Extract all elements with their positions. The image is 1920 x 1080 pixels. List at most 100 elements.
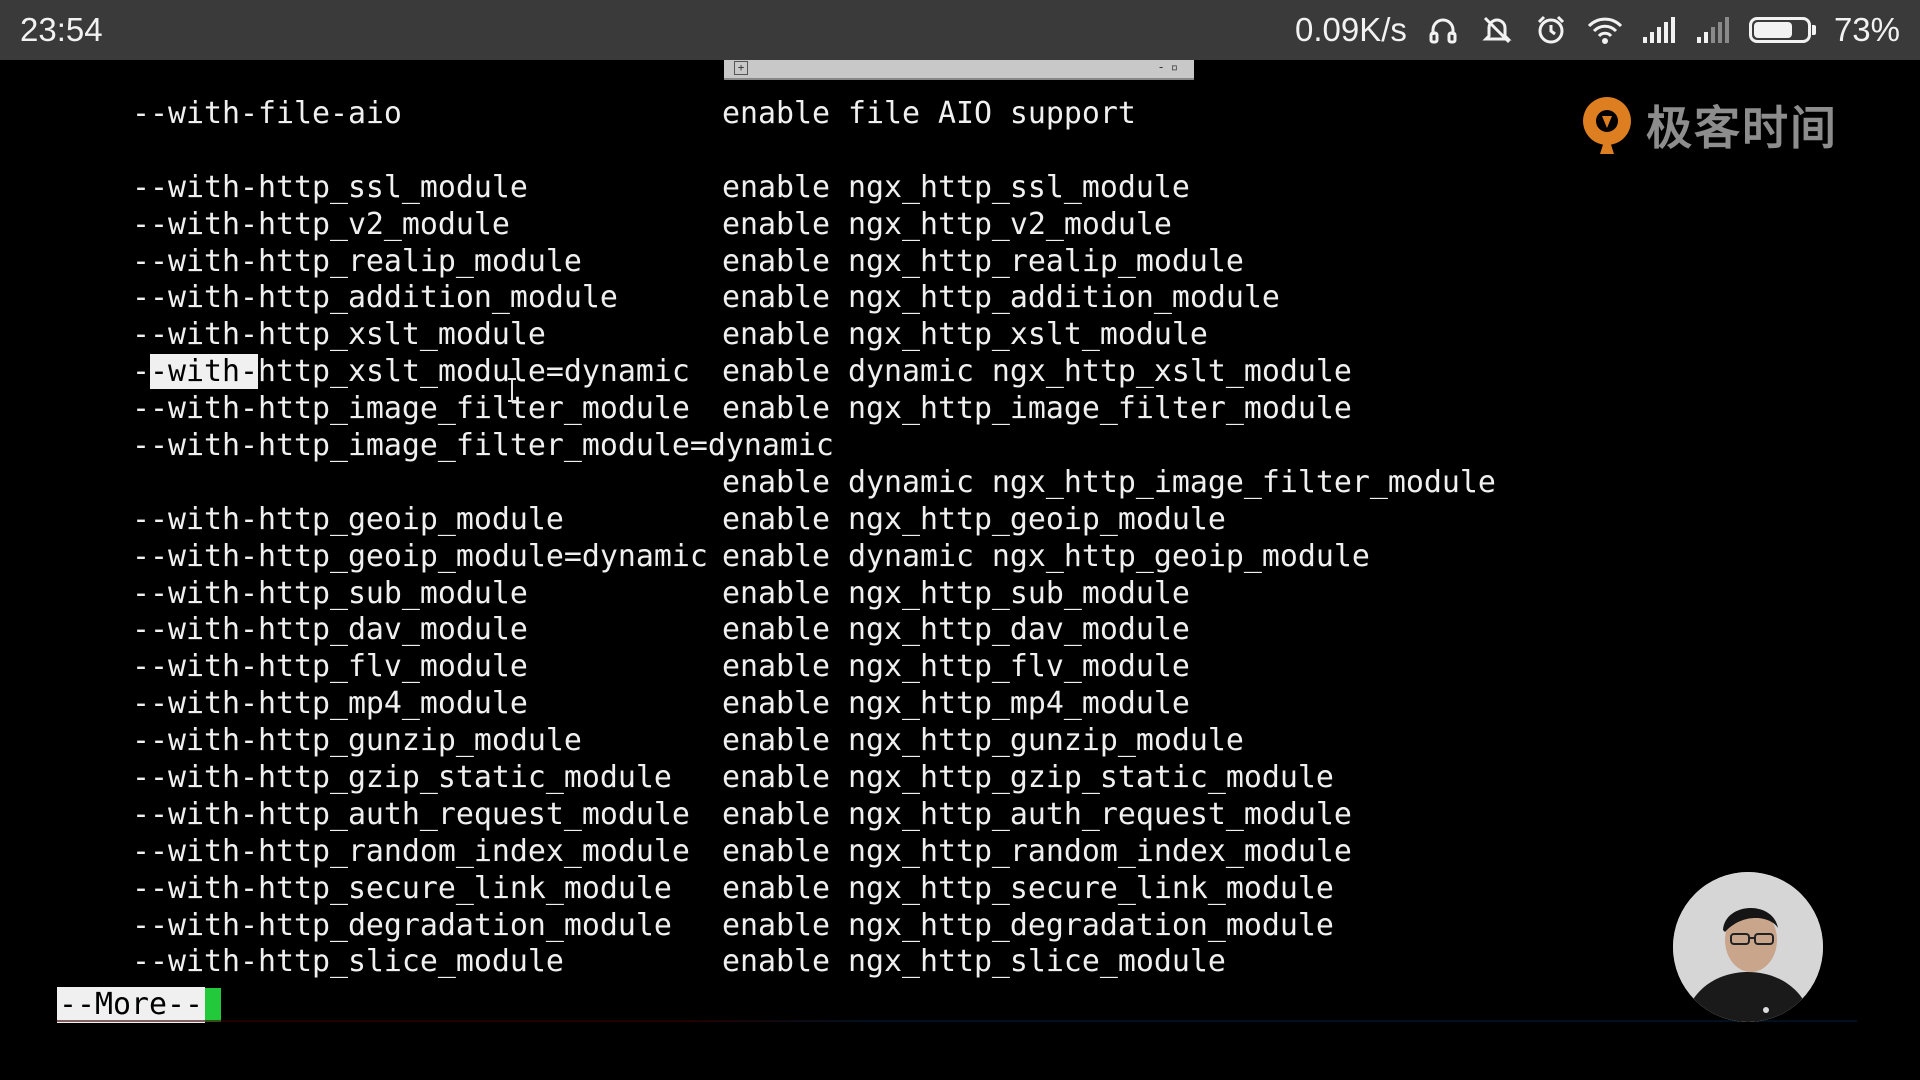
- terminal-line: --with-http_geoip_module enable ngx_http_…: [96, 502, 1496, 539]
- option-description: enable ngx_http_degradation_module: [722, 907, 1334, 943]
- terminal-line: --with-http_dav_module enable ngx_http_da…: [96, 612, 1496, 649]
- option-description: enable ngx_http_dav_module: [722, 612, 1190, 648]
- terminal-cursor: [204, 988, 221, 1022]
- terminal-line: enable dynamic ngx_http_image_filter_mod…: [96, 465, 1496, 502]
- option-description: enable ngx_http_slice_module: [722, 944, 1226, 980]
- text-cursor-icon: [508, 378, 516, 402]
- terminal-line: --with-http_sub_module enable ngx_http_su…: [96, 576, 1496, 613]
- terminal-line: --with-http_geoip_module=dynamic enable d…: [96, 539, 1496, 576]
- option-flag: [96, 133, 722, 170]
- option-description: enable ngx_http_mp4_module: [722, 686, 1190, 722]
- terminal-line: --with-http_addition_module enable ngx_ht…: [96, 280, 1496, 317]
- geektime-logo-icon: [1583, 97, 1631, 154]
- terminal-line: --with-http_realip_module enable ngx_http…: [96, 244, 1496, 281]
- option-flag: --with-http_mp4_module: [96, 686, 528, 722]
- option-description: enable ngx_http_ssl_module: [722, 169, 1190, 205]
- status-time: 23:54: [20, 11, 103, 48]
- option-description: enable ngx_http_auth_request_module: [722, 796, 1352, 832]
- option-flag: --with-http_degradation_module: [96, 907, 672, 943]
- terminal-line: --with-http_gzip_static_module enable ngx…: [96, 760, 1496, 797]
- battery-percent: 73%: [1833, 11, 1900, 48]
- battery-icon: [1748, 17, 1816, 43]
- option-flag-prefix: -: [96, 354, 150, 390]
- option-flag: --with-http_gunzip_module: [96, 723, 582, 759]
- option-flag: --with-http_ssl_module: [96, 169, 528, 205]
- window-menu-icon: +: [734, 61, 748, 75]
- option-flag: --with-http_slice_module: [96, 944, 564, 980]
- phone-screen: 23:54 0.09K/s 73% + -▫ --with-file-aio e…: [0, 0, 1920, 1080]
- option-flag: --with-http_addition_module: [96, 280, 618, 316]
- alarm-icon: [1533, 12, 1569, 48]
- status-indicators: 0.09K/s 73%: [1295, 11, 1900, 49]
- option-flag-suffix: http_xslt_module=dynamic: [257, 354, 690, 390]
- video-frame: + -▫ --with-file-aio enable file AIO supp…: [0, 60, 1920, 1080]
- terminal-line: --with-http_slice_module enable ngx_http_…: [96, 944, 1496, 981]
- mute-bell-icon: [1479, 12, 1515, 48]
- terminal-line: --with-http_xslt_module=dynamic enable dy…: [96, 354, 1496, 391]
- option-flag: --with-http_xslt_module=dynamic: [96, 354, 722, 391]
- terminal-output: --with-file-aio enable file AIO support -…: [96, 96, 1496, 981]
- option-flag: --with-http_gzip_static_module: [96, 760, 672, 796]
- option-description: enable ngx_http_flv_module: [722, 649, 1190, 685]
- terminal-line: --with-file-aio enable file AIO support: [96, 96, 1496, 133]
- status-bar: 23:54 0.09K/s 73%: [0, 0, 1920, 60]
- option-flag: --with-http_v2_module: [96, 206, 510, 242]
- terminal-line: --with-http_secure_link_module enable ngx…: [96, 871, 1496, 908]
- terminal-line: --with-http_flv_module enable ngx_http_fl…: [96, 649, 1496, 686]
- option-flag: --with-http_geoip_module=dynamic: [96, 538, 708, 574]
- option-description: enable ngx_http_realip_module: [722, 243, 1244, 279]
- option-description: enable file AIO support: [722, 96, 1136, 131]
- text-selection-highlight: -with-: [150, 354, 258, 390]
- separator-line: [57, 1020, 1857, 1022]
- option-description: enable ngx_http_xslt_module: [722, 317, 1208, 353]
- terminal-line: --with-http_mp4_module enable ngx_http_mp…: [96, 686, 1496, 723]
- terminal-line: [96, 133, 1496, 170]
- option-description: enable ngx_http_sub_module: [722, 575, 1190, 611]
- network-speed: 0.09K/s: [1295, 11, 1407, 48]
- pager-more-prompt: --More--: [57, 987, 221, 1023]
- option-description: enable dynamic ngx_http_geoip_module: [722, 538, 1370, 574]
- watermark-text: 极客时间: [1646, 101, 1838, 155]
- option-description: enable ngx_http_secure_link_module: [722, 870, 1334, 906]
- terminal-line: --with-http_ssl_module enable ngx_http_ss…: [96, 170, 1496, 207]
- option-flag: --with-http_image_filter_module=dynamic: [96, 428, 834, 464]
- terminal-window-titlebar: + -▫: [724, 60, 1194, 80]
- more-label: --More--: [57, 987, 205, 1023]
- option-description: enable ngx_http_image_filter_module: [722, 391, 1352, 427]
- option-flag: --with-file-aio: [96, 96, 402, 131]
- option-flag: [96, 465, 722, 502]
- option-description: enable dynamic ngx_http_xslt_module: [722, 354, 1352, 390]
- option-flag: --with-http_geoip_module: [96, 501, 564, 537]
- option-flag: --with-http_sub_module: [96, 575, 528, 611]
- terminal-line: --with-http_v2_module enable ngx_http_v2_…: [96, 207, 1496, 244]
- option-flag: --with-http_secure_link_module: [96, 870, 672, 906]
- battery-level: [1753, 22, 1792, 38]
- terminal-line: --with-http_xslt_module enable ngx_http_x…: [96, 317, 1496, 354]
- option-description: enable ngx_http_geoip_module: [722, 501, 1226, 537]
- option-description: enable ngx_http_gzip_static_module: [722, 760, 1334, 796]
- option-flag: --with-http_realip_module: [96, 243, 582, 279]
- signal-weak-icon: [1695, 12, 1731, 48]
- option-flag: --with-http_flv_module: [96, 649, 528, 685]
- option-flag: --with-http_auth_request_module: [96, 796, 690, 832]
- watermark-logo: 极客时间: [1578, 92, 1838, 158]
- option-flag: --with-http_random_index_module: [96, 833, 690, 869]
- option-description: enable dynamic ngx_http_image_filter_mod…: [722, 464, 1496, 500]
- window-controls-icon: -▫: [1157, 60, 1184, 74]
- option-description: enable ngx_http_random_index_module: [722, 833, 1352, 869]
- presenter-avatar-icon: [1673, 872, 1823, 1022]
- terminal-line: --with-http_auth_request_module enable ng…: [96, 797, 1496, 834]
- signal-icon: [1641, 12, 1677, 48]
- wifi-icon: [1587, 12, 1623, 48]
- option-description: enable ngx_http_v2_module: [722, 206, 1172, 242]
- option-flag: --with-http_xslt_module: [96, 317, 546, 353]
- headset-icon: [1425, 12, 1461, 48]
- option-description: enable ngx_http_addition_module: [722, 280, 1280, 316]
- terminal-line: --with-http_image_filter_module enable ng…: [96, 391, 1496, 428]
- terminal-line: --with-http_gunzip_module enable ngx_http…: [96, 723, 1496, 760]
- terminal-line: --with-http_random_index_module enable ng…: [96, 834, 1496, 871]
- option-flag: --with-http_dav_module: [96, 612, 528, 648]
- terminal-line: --with-http_degradation_module enable ngx…: [96, 908, 1496, 945]
- terminal-line: --with-http_image_filter_module=dynamic: [96, 428, 1496, 465]
- option-flag: --with-http_image_filter_module: [96, 391, 690, 427]
